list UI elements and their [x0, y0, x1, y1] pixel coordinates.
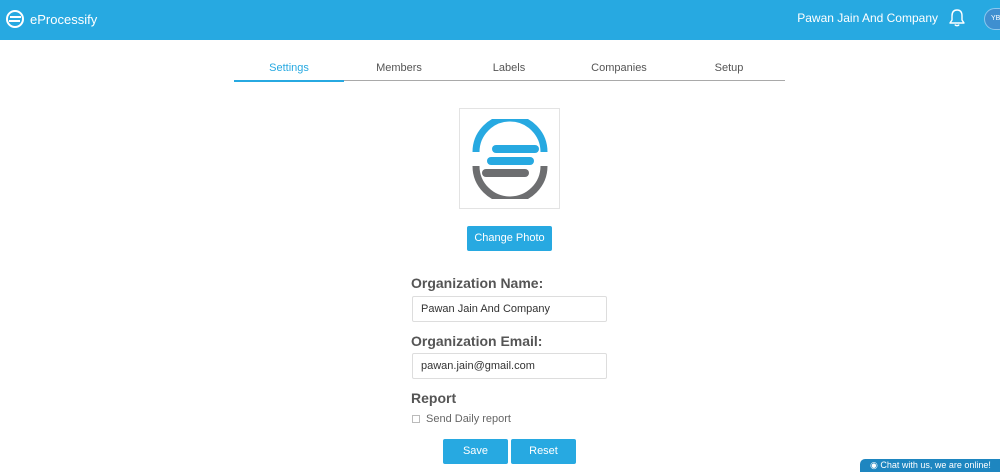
organization-photo	[459, 108, 560, 209]
reset-button[interactable]: Reset	[511, 439, 576, 464]
tab-setup[interactable]: Setup	[674, 60, 784, 81]
report-label: Report	[411, 390, 457, 406]
chat-widget-tab[interactable]: ◉ Chat with us, we are online!	[860, 459, 1000, 472]
save-button[interactable]: Save	[443, 439, 508, 464]
chat-icon: ◉	[870, 460, 881, 470]
organization-name-label: Organization Name:	[411, 275, 544, 291]
top-bar: eProcessify Pawan Jain And Company YB	[0, 0, 1000, 40]
organization-email-label: Organization Email:	[411, 333, 543, 349]
avatar[interactable]: YB	[984, 8, 1000, 30]
organization-name[interactable]: Pawan Jain And Company	[797, 11, 938, 25]
bell-icon[interactable]	[948, 8, 966, 28]
tab-settings[interactable]: Settings	[234, 60, 344, 82]
brand-name: eProcessify	[30, 11, 98, 27]
organization-email-input[interactable]	[412, 353, 607, 379]
tab-members[interactable]: Members	[344, 60, 454, 81]
daily-report-option[interactable]: Send Daily report	[412, 413, 511, 425]
brand[interactable]: eProcessify	[5, 8, 97, 30]
settings-tabs: Settings Members Labels Companies Setup	[234, 60, 785, 82]
daily-report-label: Send Daily report	[426, 413, 511, 425]
organization-name-input[interactable]	[412, 296, 607, 322]
tab-labels[interactable]: Labels	[454, 60, 564, 81]
organization-logo-icon	[472, 119, 548, 199]
tab-companies[interactable]: Companies	[564, 60, 674, 81]
chat-widget-text: Chat with us, we are online!	[880, 460, 991, 470]
brand-logo-icon	[6, 10, 24, 28]
change-photo-button[interactable]: Change Photo	[467, 226, 552, 251]
daily-report-checkbox[interactable]	[412, 415, 420, 423]
